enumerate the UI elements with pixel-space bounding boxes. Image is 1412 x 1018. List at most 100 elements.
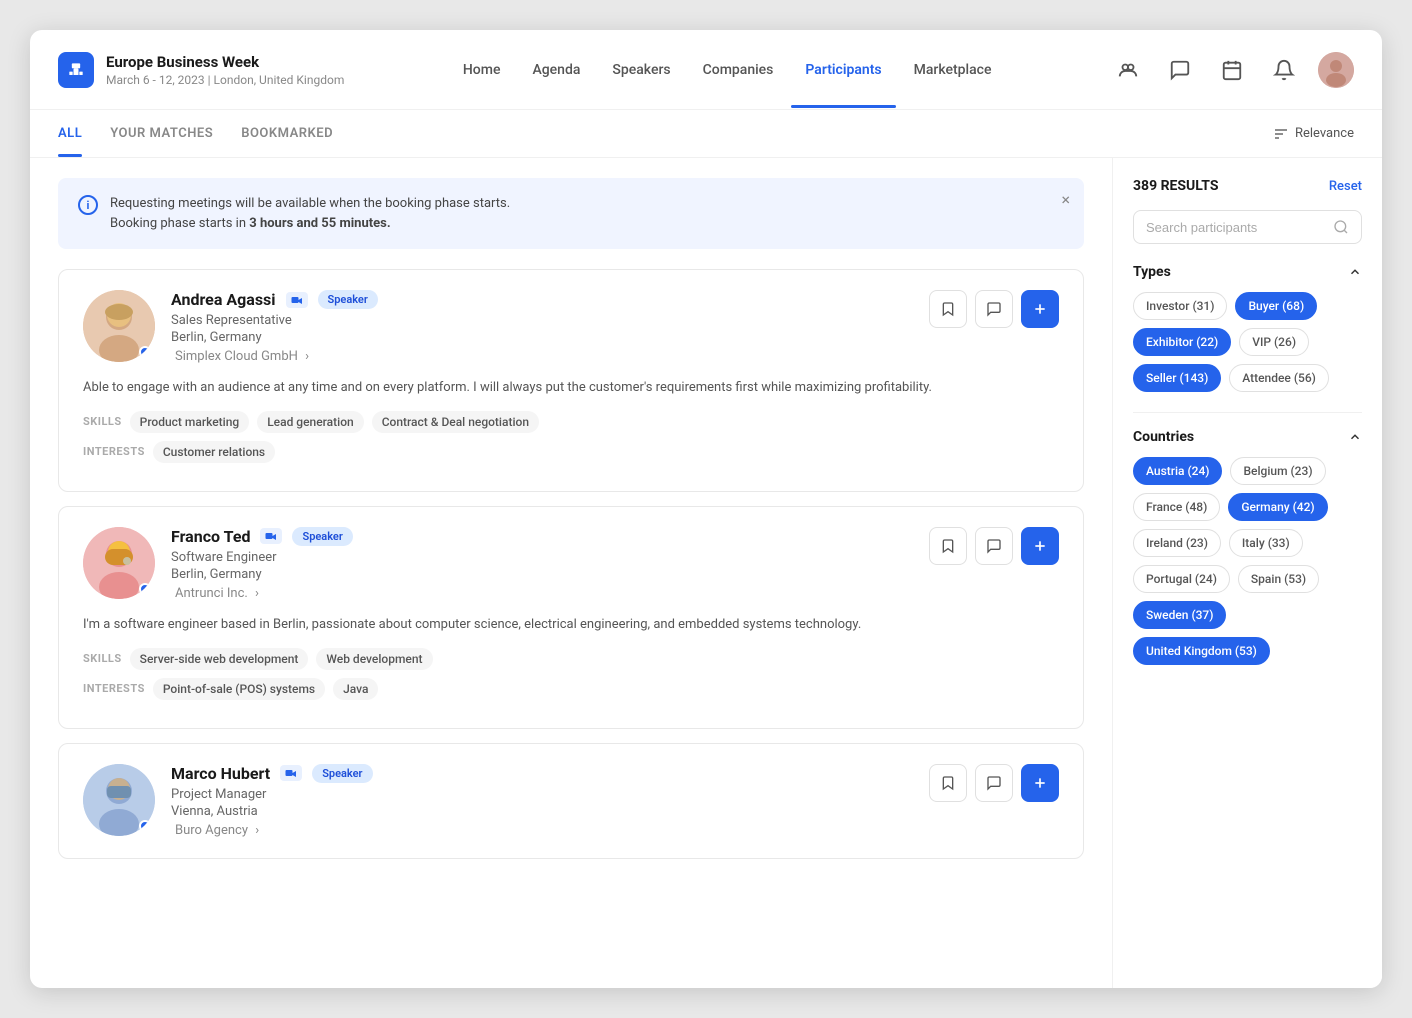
country-chip-belgium[interactable]: Belgium (23)	[1230, 457, 1325, 485]
skill-tag: Server-side web development	[130, 648, 309, 670]
types-filter-header[interactable]: Types	[1133, 264, 1362, 280]
participant-company[interactable]: Buro Agency ›	[171, 823, 913, 838]
sort-control[interactable]: Relevance	[1273, 126, 1354, 142]
messages-icon[interactable]	[1162, 52, 1198, 88]
online-indicator	[139, 583, 151, 595]
card-info: Andrea Agassi Speaker Sales Representati…	[171, 290, 913, 364]
type-chip-buyer[interactable]: Buyer (68)	[1235, 292, 1317, 320]
add-button[interactable]	[1021, 290, 1059, 328]
name-row: Andrea Agassi Speaker	[171, 290, 913, 309]
country-chip-austria[interactable]: Austria (24)	[1133, 457, 1222, 485]
info-banner: i Requesting meetings will be available …	[58, 178, 1084, 249]
video-icon	[280, 765, 302, 781]
countries-filter-header[interactable]: Countries	[1133, 429, 1362, 445]
participant-card: Andrea Agassi Speaker Sales Representati…	[58, 269, 1084, 492]
nav-marketplace[interactable]: Marketplace	[900, 54, 1006, 86]
country-chip-germany[interactable]: Germany (42)	[1228, 493, 1327, 521]
interest-tag: Java	[333, 678, 378, 700]
online-indicator	[139, 820, 151, 832]
interests-row: INTERESTS Customer relations	[83, 441, 1059, 463]
speaker-badge: Speaker	[292, 527, 352, 546]
country-chip-uk[interactable]: United Kingdom (53)	[1133, 637, 1270, 665]
app-header: Europe Business Week March 6 - 12, 2023 …	[30, 30, 1382, 110]
nav-participants[interactable]: Participants	[791, 54, 895, 86]
speaker-badge: Speaker	[318, 290, 378, 309]
country-chip-ireland[interactable]: Ireland (23)	[1133, 529, 1221, 557]
countries-filter-title: Countries	[1133, 429, 1194, 445]
app-logo[interactable]	[58, 52, 94, 88]
banner-text: Requesting meetings will be available wh…	[110, 194, 510, 233]
sort-label: Relevance	[1295, 126, 1354, 141]
tab-bookmarked[interactable]: BOOKMARKED	[241, 110, 333, 157]
message-button[interactable]	[975, 290, 1013, 328]
calendar-icon[interactable]	[1214, 52, 1250, 88]
type-chip-investor[interactable]: Investor (31)	[1133, 292, 1227, 320]
country-chip-italy[interactable]: Italy (33)	[1229, 529, 1303, 557]
participant-avatar	[83, 764, 155, 836]
banner-close-button[interactable]: ×	[1061, 190, 1070, 209]
participant-company[interactable]: Simplex Cloud GmbH ›	[171, 349, 913, 364]
speaker-badge: Speaker	[312, 764, 372, 783]
participant-role: Software Engineer	[171, 550, 913, 565]
nav-companies[interactable]: Companies	[689, 54, 788, 86]
participant-location: Vienna, Austria	[171, 804, 913, 819]
card-header: Marco Hubert Speaker Project Manager Vie…	[83, 764, 1059, 838]
country-chip-spain[interactable]: Spain (53)	[1238, 565, 1319, 593]
card-header: Franco Ted Speaker Software Engineer Ber…	[83, 527, 1059, 601]
participant-location: Berlin, Germany	[171, 567, 913, 582]
participant-name: Marco Hubert	[171, 764, 270, 783]
online-indicator	[139, 346, 151, 358]
results-header: 389 RESULTS Reset	[1133, 178, 1362, 194]
bookmark-button[interactable]	[929, 527, 967, 565]
bookmark-button[interactable]	[929, 290, 967, 328]
participant-card: Franco Ted Speaker Software Engineer Ber…	[58, 506, 1084, 729]
participant-name: Franco Ted	[171, 527, 250, 546]
nav-home[interactable]: Home	[449, 54, 515, 86]
video-icon	[260, 528, 282, 544]
countries-filter-section: Countries Austria (24) Belgium (23) Fran…	[1133, 429, 1362, 665]
bookmark-button[interactable]	[929, 764, 967, 802]
user-avatar[interactable]	[1318, 52, 1354, 88]
skills-row: SKILLS Product marketing Lead generation…	[83, 411, 1059, 433]
left-panel: i Requesting meetings will be available …	[30, 158, 1112, 988]
search-input[interactable]	[1146, 220, 1325, 235]
type-chip-vip[interactable]: VIP (26)	[1239, 328, 1309, 356]
skill-tag: Contract & Deal negotiation	[372, 411, 539, 433]
participant-bio: I'm a software engineer based in Berlin,…	[83, 615, 1059, 636]
notifications-icon[interactable]	[1266, 52, 1302, 88]
sub-tabs-bar: ALL YOUR MATCHES BOOKMARKED Relevance	[30, 110, 1382, 158]
tab-your-matches[interactable]: YOUR MATCHES	[110, 110, 213, 157]
type-chip-exhibitor[interactable]: Exhibitor (22)	[1133, 328, 1231, 356]
nav-speakers[interactable]: Speakers	[598, 54, 684, 86]
info-icon: i	[78, 195, 98, 215]
participant-avatar	[83, 527, 155, 599]
type-chip-attendee[interactable]: Attendee (56)	[1229, 364, 1329, 392]
interest-tag: Customer relations	[153, 441, 275, 463]
message-button[interactable]	[975, 527, 1013, 565]
filter-panel: 389 RESULTS Reset Types	[1112, 158, 1382, 988]
message-button[interactable]	[975, 764, 1013, 802]
country-chip-sweden[interactable]: Sweden (37)	[1133, 601, 1226, 629]
participant-location: Berlin, Germany	[171, 330, 913, 345]
country-chip-france[interactable]: France (48)	[1133, 493, 1220, 521]
type-chip-seller[interactable]: Seller (143)	[1133, 364, 1221, 392]
skill-tag: Product marketing	[130, 411, 250, 433]
filter-divider	[1133, 412, 1362, 413]
connections-icon[interactable]	[1110, 52, 1146, 88]
types-filter-section: Types Investor (31) Buyer (68) Exhibitor…	[1133, 264, 1362, 392]
participant-card: Marco Hubert Speaker Project Manager Vie…	[58, 743, 1084, 859]
reset-button[interactable]: Reset	[1329, 179, 1362, 194]
logo-area: Europe Business Week March 6 - 12, 2023 …	[58, 52, 344, 88]
event-info: Europe Business Week March 6 - 12, 2023 …	[106, 53, 344, 87]
nav-agenda[interactable]: Agenda	[518, 54, 594, 86]
skill-tag: Lead generation	[257, 411, 364, 433]
tab-all[interactable]: ALL	[58, 110, 82, 157]
country-chip-portugal[interactable]: Portugal (24)	[1133, 565, 1230, 593]
add-button[interactable]	[1021, 764, 1059, 802]
search-box[interactable]	[1133, 210, 1362, 244]
participant-company[interactable]: Antrunci Inc. ›	[171, 586, 913, 601]
header-actions	[1110, 52, 1354, 88]
main-nav: Home Agenda Speakers Companies Participa…	[364, 54, 1090, 86]
video-icon	[286, 292, 308, 308]
add-button[interactable]	[1021, 527, 1059, 565]
